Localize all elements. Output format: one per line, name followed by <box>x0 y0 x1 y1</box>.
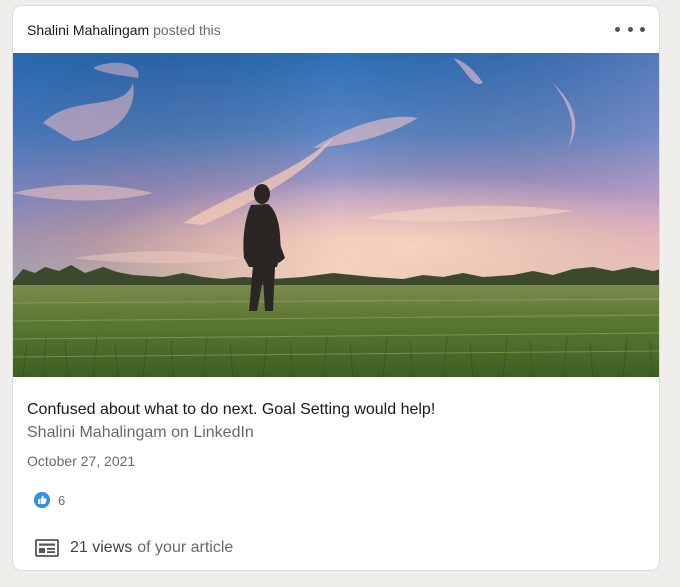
posted-action-text: posted this <box>153 22 221 38</box>
more-options-button[interactable] <box>615 18 645 40</box>
article-stats-icon <box>35 539 59 557</box>
more-horizontal-icon <box>615 26 620 32</box>
views-count: 21 views <box>70 539 133 556</box>
poster-line: Shalini Mahalingam posted this <box>27 22 221 38</box>
post-card: Shalini Mahalingam posted this Confused … <box>12 5 660 571</box>
reactions-count-button[interactable]: 6 <box>33 490 65 510</box>
article-title[interactable]: Confused about what to do next. Goal Set… <box>27 400 435 420</box>
article-date: October 27, 2021 <box>27 453 136 469</box>
more-dot <box>627 26 633 32</box>
article-hero-image[interactable] <box>13 53 660 377</box>
reactions-count: 6 <box>58 492 66 508</box>
article-source: Shalini Mahalingam on LinkedIn <box>27 424 254 441</box>
more-dot <box>640 26 645 32</box>
author-name[interactable]: Shalini Mahalingam <box>27 22 149 38</box>
article-views-link[interactable]: 21 views of your article <box>35 537 233 559</box>
card-header: Shalini Mahalingam posted this <box>13 6 659 53</box>
like-icon <box>33 491 51 509</box>
views-suffix: of your article <box>137 539 234 556</box>
